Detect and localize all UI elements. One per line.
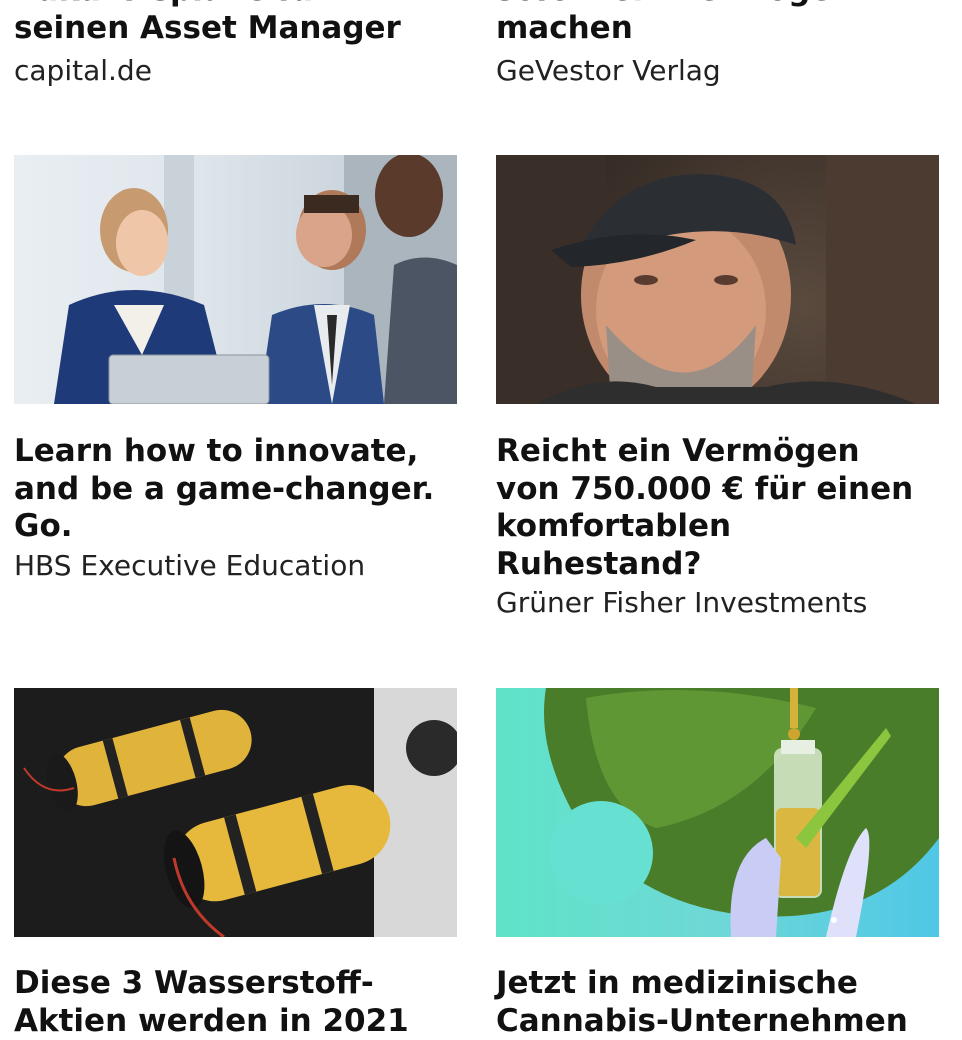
portrait-illustration: [496, 155, 939, 404]
ad-title[interactable]: sofort ein Vermögen machen: [496, 0, 939, 47]
ad-title-line: seinen Asset Manager: [14, 10, 457, 48]
ad-title-line: Diese 3 Wasserstoff-: [14, 965, 457, 1003]
ad-source: Grüner Fisher Investments: [496, 586, 867, 620]
cannabis-oil-image[interactable]: [496, 688, 939, 937]
man-with-cap-portrait-image[interactable]: [496, 155, 939, 404]
hydrogen-tanks-image[interactable]: [14, 688, 457, 937]
ad-title-line: sofort ein Vermögen: [496, 0, 939, 10]
ad-title-line: machen: [496, 10, 939, 48]
ad-title[interactable]: Reicht ein Vermögen von 750.000 € für ei…: [496, 433, 939, 583]
ad-title-line: Go.: [14, 508, 457, 546]
ad-title-line: and be a game-changer.: [14, 471, 457, 509]
ad-title[interactable]: Diese 3 Wasserstoff- Aktien werden in 20…: [14, 965, 457, 1040]
ad-title[interactable]: Zukunftspläne für seinen Asset Manager: [14, 0, 457, 47]
cannabis-illustration: [496, 688, 939, 937]
ad-title-line: komfortablen: [496, 508, 939, 546]
ad-title-line: Ruhestand?: [496, 546, 939, 584]
tanks-illustration: [14, 688, 457, 937]
ad-title[interactable]: Jetzt in medizinische Cannabis-Unternehm…: [496, 965, 939, 1040]
ad-title-line: Jetzt in medizinische: [496, 965, 939, 1003]
ad-title-line: Aktien werden in 2021: [14, 1003, 457, 1040]
business-meeting-tablet-image[interactable]: [14, 155, 457, 404]
ad-title-line: von 750.000 € für einen: [496, 471, 939, 509]
ad-title-line: Learn how to innovate,: [14, 433, 457, 471]
ad-source: GeVestor Verlag: [496, 54, 721, 88]
ad-title[interactable]: Learn how to innovate, and be a game-cha…: [14, 433, 457, 546]
ad-source: HBS Executive Education: [14, 549, 365, 583]
business-meeting-illustration: [14, 155, 457, 404]
ad-source: capital.de: [14, 54, 152, 88]
ad-title-line: Reicht ein Vermögen: [496, 433, 939, 471]
ad-title-line: Zukunftspläne für: [14, 0, 457, 10]
ad-title-line: Cannabis-Unternehmen: [496, 1003, 939, 1040]
